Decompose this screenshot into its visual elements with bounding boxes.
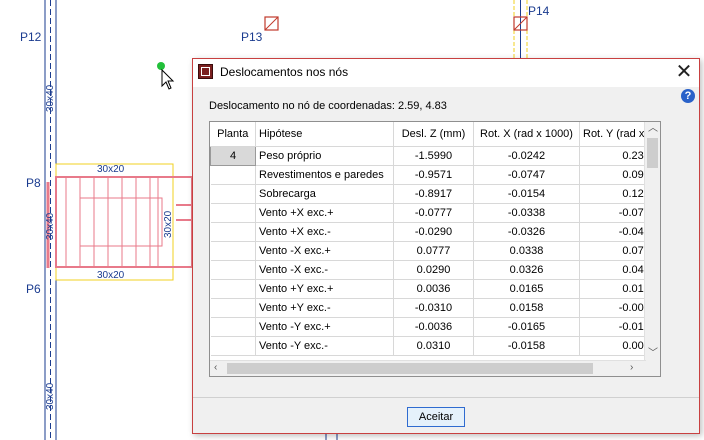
planta-cell[interactable] [210, 336, 256, 356]
selected-node [157, 62, 165, 70]
table-row[interactable]: Vento -Y exc.- 0.0310 -0.0158 0.0084 [210, 336, 660, 356]
beam-label: 30x40 [45, 212, 56, 240]
hipotese-cell[interactable]: Vento +Y exc.+ [255, 279, 394, 299]
rot-x-cell[interactable]: 0.0326 [473, 260, 580, 280]
pillar-label: P14 [528, 4, 550, 18]
app-icon [198, 64, 213, 79]
pillar-label: P6 [26, 282, 41, 296]
planta-cell[interactable] [210, 260, 256, 280]
displacements-table[interactable]: Planta Hipótese Desl. Z (mm) Rot. X (rad… [209, 121, 661, 377]
column-header-desl-z[interactable]: Desl. Z (mm) [393, 122, 474, 147]
table-row[interactable]: Revestimentos e paredes -0.9571 -0.0747 0.0… [210, 165, 660, 185]
pillar-p13-diag [264, 16, 279, 31]
table-row[interactable]: Vento -Y exc.+ -0.0036 -0.0165 -0.0152 [210, 317, 660, 337]
table-row[interactable]: Vento +Y exc.- -0.0310 0.0158 -0.0084 [210, 298, 660, 318]
dialog-titlebar[interactable]: Deslocamentos nos nós ✕ [193, 59, 699, 87]
desl-z-cell[interactable]: -0.0290 [393, 222, 474, 242]
planta-cell[interactable] [210, 222, 256, 242]
hipotese-cell[interactable]: Vento +X exc.- [255, 222, 394, 242]
hipotese-cell[interactable]: Vento -Y exc.+ [255, 317, 394, 337]
pillar-label: P12 [20, 30, 42, 44]
dialog-separator [193, 397, 699, 398]
scroll-right-icon[interactable]: › [630, 362, 633, 374]
desl-z-cell[interactable]: 0.0036 [393, 279, 474, 299]
scrollbar-corner [645, 361, 660, 376]
planta-cell[interactable] [210, 317, 256, 337]
vertical-scrollbar[interactable]: ︿ ﹀ [644, 122, 660, 362]
desl-z-cell[interactable]: 0.0290 [393, 260, 474, 280]
planta-cell[interactable] [210, 241, 256, 261]
beam-label: 30x40 [45, 84, 56, 112]
beam-label: 30x20 [97, 164, 125, 175]
column-header-hipotese[interactable]: Hipótese [255, 122, 394, 147]
rot-x-cell[interactable]: 0.0165 [473, 279, 580, 299]
mouse-cursor-icon [161, 68, 175, 90]
scroll-up-icon[interactable]: ︿ [648, 123, 658, 135]
planta-cell[interactable] [210, 279, 256, 299]
hipotese-cell[interactable]: Vento +Y exc.- [255, 298, 394, 318]
rot-x-cell[interactable]: -0.0154 [473, 184, 580, 204]
table-row[interactable]: 4 Peso próprio -1.5990 -0.0242 0.2307 [210, 146, 660, 166]
beam-label: 30x20 [97, 270, 125, 281]
hipotese-cell[interactable]: Revestimentos e paredes [255, 165, 394, 185]
hipotese-cell[interactable]: Sobrecarga [255, 184, 394, 204]
rot-x-cell[interactable]: -0.0165 [473, 317, 580, 337]
node-coordinates-caption: Deslocamento no nó de coordenadas: 2.59,… [209, 100, 447, 112]
hipotese-cell[interactable]: Vento -Y exc.- [255, 336, 394, 356]
planta-cell[interactable] [210, 298, 256, 318]
table-row[interactable]: Vento +Y exc.+ 0.0036 0.0165 0.0152 [210, 279, 660, 299]
rot-x-cell[interactable]: 0.0338 [473, 241, 580, 261]
desl-z-cell[interactable]: 0.0777 [393, 241, 474, 261]
horizontal-scrollbar[interactable]: ‹ › [210, 360, 646, 376]
close-icon[interactable]: ✕ [671, 60, 697, 84]
beam-label: 30x40 [45, 382, 56, 410]
desl-z-cell[interactable]: 0.0310 [393, 336, 474, 356]
rot-x-cell[interactable]: -0.0338 [473, 203, 580, 223]
table-row[interactable]: Vento +X exc.+ -0.0777 -0.0338 -0.0749 [210, 203, 660, 223]
table-row[interactable]: Vento -X exc.- 0.0290 0.0326 0.0424 [210, 260, 660, 280]
dialog-title: Deslocamentos nos nós [220, 65, 349, 79]
table-header-row: Planta Hipótese Desl. Z (mm) Rot. X (rad… [210, 122, 660, 147]
displacements-dialog: Deslocamentos nos nós ✕ ? Deslocamento n… [192, 58, 700, 434]
scroll-down-icon[interactable]: ﹀ [648, 348, 658, 360]
desl-z-cell[interactable]: -0.0310 [393, 298, 474, 318]
planta-cell[interactable] [210, 203, 256, 223]
rot-x-cell[interactable]: 0.0158 [473, 298, 580, 318]
hipotese-cell[interactable]: Vento -X exc.+ [255, 241, 394, 261]
column-header-planta[interactable]: Planta [210, 122, 256, 147]
table-row[interactable]: Vento +X exc.- -0.0290 -0.0326 -0.0424 [210, 222, 660, 242]
planta-cell[interactable] [210, 165, 256, 185]
desl-z-cell[interactable]: -1.5990 [393, 146, 474, 166]
horizontal-scroll-thumb[interactable] [227, 363, 593, 374]
hipotese-cell[interactable]: Peso próprio [255, 146, 394, 166]
rot-x-cell[interactable]: -0.0158 [473, 336, 580, 356]
desl-z-cell[interactable]: -0.0777 [393, 203, 474, 223]
table-row[interactable]: Vento -X exc.+ 0.0777 0.0338 0.0749 [210, 241, 660, 261]
help-icon[interactable]: ? [681, 89, 695, 103]
table-row[interactable]: Sobrecarga -0.8917 -0.0154 0.1243 [210, 184, 660, 204]
column-header-rot-x[interactable]: Rot. X (rad x 1000) [473, 122, 580, 147]
stair-outline [55, 163, 174, 281]
rot-x-cell[interactable]: -0.0747 [473, 165, 580, 185]
desl-z-cell[interactable]: -0.0036 [393, 317, 474, 337]
planta-cell[interactable] [210, 184, 256, 204]
desl-z-cell[interactable]: -0.8917 [393, 184, 474, 204]
hipotese-cell[interactable]: Vento +X exc.+ [255, 203, 394, 223]
vertical-scroll-thumb[interactable] [647, 138, 658, 168]
pillar-label: P8 [26, 176, 41, 190]
rot-x-cell[interactable]: -0.0326 [473, 222, 580, 242]
scroll-left-icon[interactable]: ‹ [214, 362, 217, 374]
hipotese-cell[interactable]: Vento -X exc.- [255, 260, 394, 280]
rot-x-cell[interactable]: -0.0242 [473, 146, 580, 166]
desl-z-cell[interactable]: -0.9571 [393, 165, 474, 185]
beam-label: 30x20 [163, 210, 174, 238]
pillar-label: P13 [241, 30, 263, 44]
accept-button[interactable]: Aceitar [407, 407, 465, 427]
planta-cell[interactable]: 4 [210, 146, 256, 166]
